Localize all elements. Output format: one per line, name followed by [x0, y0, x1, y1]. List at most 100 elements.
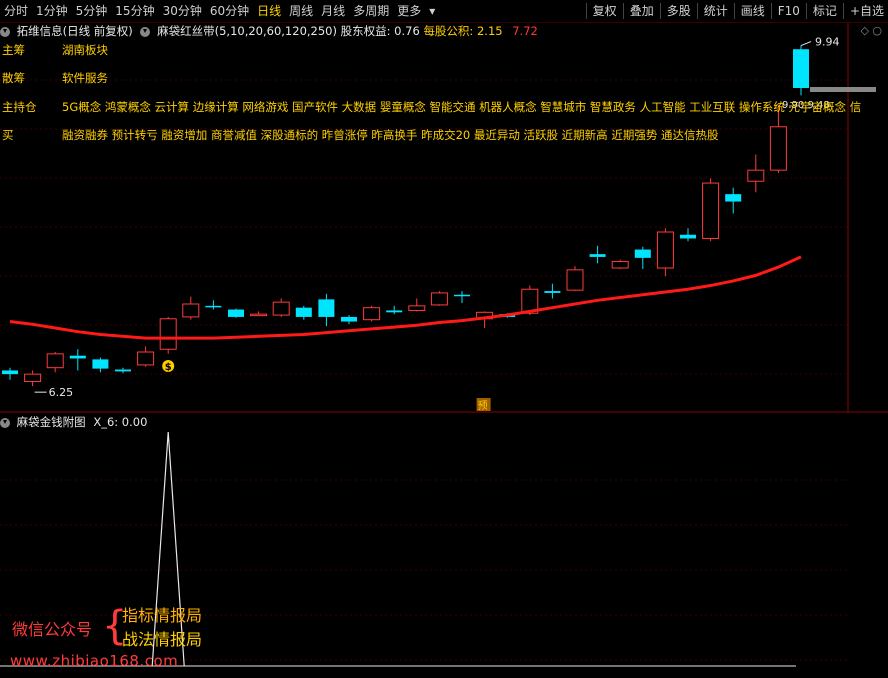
toolbar-button[interactable]: 多股: [663, 0, 695, 22]
toolbar-separator: [733, 3, 735, 19]
candle-body: [702, 182, 720, 239]
low-label: 6.25: [49, 386, 74, 399]
watermark-line2: 战法情报局: [122, 630, 203, 649]
period-tab[interactable]: 月线: [317, 0, 349, 22]
toolbar-button[interactable]: +自选: [846, 0, 888, 22]
candle-body: [793, 49, 809, 88]
period-tab[interactable]: 5分钟: [72, 0, 112, 22]
period-tab[interactable]: 15分钟: [111, 0, 158, 22]
candle-body: [725, 194, 742, 202]
sub-panel-header: 麻袋金钱附图 X_6: 0.00: [0, 414, 147, 430]
info-line: 拓维信息(日线 前复权) 麻袋红丝带(5,10,20,60,120,250) 股…: [0, 23, 538, 39]
candle-body: [611, 261, 629, 269]
equity-label: 股东权益:: [340, 24, 391, 38]
toolbar-button[interactable]: 标记: [809, 0, 841, 22]
candle-body: [24, 373, 42, 383]
candle-body: [680, 234, 696, 239]
sub-panel-title: 麻袋金钱附图: [16, 415, 86, 429]
period-toolbar: 分时 1分钟 5分钟 15分钟 30分钟 60分钟 日线 周线 月线 多周期 更多 ▾ 复权 叠加 多股 统计…: [0, 0, 888, 23]
sub-panel-value: X_6: 0.00: [93, 415, 148, 429]
toolbar-button[interactable]: 统计: [700, 0, 732, 22]
candle-body: [408, 305, 426, 311]
price-tag-bar: [810, 87, 876, 92]
toolbar-separator: [805, 3, 807, 19]
period-tab[interactable]: 分时: [0, 0, 32, 22]
candle-body: [159, 318, 177, 350]
candle-body: [2, 370, 18, 375]
candle-body: [544, 291, 561, 293]
period-tab[interactable]: 日线: [253, 0, 285, 22]
candle-body: [769, 126, 787, 171]
period-tab[interactable]: 多周期: [349, 0, 393, 22]
indicator-name: 麻袋红丝带(5,10,20,60,120,250): [157, 24, 337, 38]
candle-body: [566, 269, 584, 291]
ma-line: [9, 255, 802, 340]
toolbar-button[interactable]: 画线: [737, 0, 769, 22]
collapse-icon[interactable]: [0, 26, 10, 37]
toolbar-right: 复权 叠加 多股 统计 画线 F10 标记 +自选: [584, 0, 888, 22]
label-value: 湖南板块: [62, 43, 108, 57]
label-tag: 主持仓: [2, 100, 37, 114]
toolbar-separator: [842, 3, 844, 19]
toolbar-button[interactable]: 复权: [589, 0, 621, 22]
candle-body: [454, 294, 470, 297]
equity-value: 0.76: [394, 24, 420, 38]
navps-value: 2.15: [476, 24, 503, 38]
watermark: 微信公众号 { 指标情报局 战法情报局 www.zhibiao168.com: [10, 600, 250, 672]
toolbar-button[interactable]: 叠加: [626, 0, 658, 22]
period-tab[interactable]: 60分钟: [206, 0, 253, 22]
label-tag: 主筹: [2, 43, 25, 57]
candle-body: [92, 359, 109, 369]
candle-body: [318, 299, 335, 317]
chart-corner-controls[interactable]: ◇ ○: [860, 24, 882, 37]
period-tab[interactable]: 周线: [285, 0, 317, 22]
label-value: 软件服务: [62, 71, 108, 85]
candle-body: [272, 301, 290, 316]
label-value: 融资融券 预计转亏 融资增加 商誉减值 深股通标的 昨曾涨停 昨高换手 昨成交2…: [62, 128, 719, 142]
money-bag-symbol: $: [165, 362, 172, 373]
toolbar-button[interactable]: F10: [774, 0, 804, 22]
candle-body: [137, 351, 155, 366]
candle-body: [589, 254, 606, 257]
stock-name: 拓维信息(日线 前复权): [16, 24, 133, 38]
candle-body: [205, 305, 222, 308]
label-row-holdings: 主持仓 5G概念 鸿蒙概念 云计算 边缘计算 网络游戏 国产软件 大数据 婴童概…: [0, 99, 888, 115]
high-pointer: [800, 41, 812, 47]
indicator-collapse-icon[interactable]: [140, 26, 151, 37]
ma-line-group: [9, 255, 802, 340]
candle-body: [747, 169, 765, 182]
toolbar-separator: [659, 3, 661, 19]
high-label: 9.94: [815, 36, 840, 49]
annotation-group: 9.946.259.90 9.48$预: [34, 36, 876, 412]
candle-body: [656, 231, 674, 269]
watermark-line1: 指标情报局: [122, 606, 203, 625]
candle-body: [295, 307, 312, 317]
candle-body: [430, 292, 448, 306]
watermark-left: 微信公众号: [12, 620, 93, 639]
candle-body: [363, 307, 381, 321]
candle-body: [115, 369, 131, 372]
candle-body: [250, 313, 268, 317]
label-value: 5G概念 鸿蒙概念 云计算 边缘计算 网络游戏 国产软件 大数据 婴童概念 智能…: [62, 100, 862, 114]
chevron-down-icon[interactable]: ▾: [425, 0, 439, 22]
label-tag: 买: [2, 128, 14, 142]
sub-collapse-icon[interactable]: [0, 417, 10, 428]
candle-body: [386, 310, 403, 313]
watermark-url: www.zhibiao168.com: [10, 652, 179, 670]
pre-marker: 预: [478, 400, 488, 412]
candle-body: [182, 303, 200, 318]
toolbar-separator: [622, 3, 624, 19]
period-tab[interactable]: 更多: [393, 0, 425, 22]
candle-body: [69, 355, 86, 359]
candle-body: [634, 249, 651, 258]
period-tab[interactable]: 1分钟: [32, 0, 72, 22]
label-tag: 散筹: [2, 71, 25, 85]
candle-body: [228, 309, 244, 317]
toolbar-separator: [585, 3, 587, 19]
candle-body: [46, 353, 64, 369]
price-value: 7.72: [512, 24, 538, 38]
navps-label: 每股公积:: [423, 24, 474, 38]
candle-body: [341, 316, 357, 322]
toolbar-separator: [696, 3, 698, 19]
period-tab[interactable]: 30分钟: [159, 0, 206, 22]
